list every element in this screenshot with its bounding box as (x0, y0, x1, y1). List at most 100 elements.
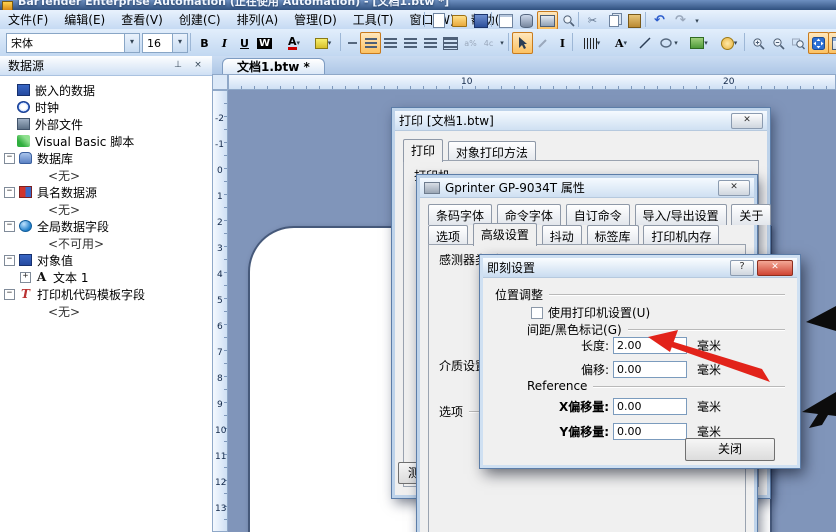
menu-view[interactable]: 查看(V) (113, 9, 171, 30)
redo-button[interactable]: ↷ (670, 11, 691, 30)
tree-item-unavailable[interactable]: <不可用> (48, 235, 104, 251)
copy-button[interactable] (603, 11, 624, 30)
page-setup-button[interactable] (828, 32, 836, 54)
align-center-button[interactable] (380, 32, 401, 54)
align-right-button[interactable] (400, 32, 421, 54)
tab-printer-memory[interactable]: 打印机内存 (643, 225, 720, 246)
tree-item-clock[interactable]: 时钟 (17, 99, 59, 115)
select-tool-button[interactable] (512, 32, 533, 54)
paste-button[interactable] (624, 11, 645, 30)
tab-about[interactable]: 关于 (731, 204, 772, 225)
align-left-button[interactable] (360, 32, 381, 54)
underline-button[interactable]: U (234, 32, 255, 54)
tree-item-none[interactable]: <无> (48, 201, 80, 217)
tree-item-vb-script[interactable]: Visual Basic 脚本 (17, 133, 134, 149)
italic-button[interactable]: I (214, 32, 235, 54)
ruler-number: 4 (217, 270, 223, 280)
menu-edit[interactable]: 编辑(E) (56, 9, 113, 30)
tab-dithering[interactable]: 抖动 (541, 225, 582, 246)
help-icon[interactable]: ? (730, 259, 754, 276)
close-icon[interactable]: ✕ (731, 112, 763, 129)
print-button[interactable] (537, 11, 558, 30)
save-button[interactable] (470, 11, 491, 30)
pin-icon[interactable]: ⊥ (170, 58, 186, 73)
bold-button[interactable]: B (194, 32, 215, 54)
font-size-combo[interactable]: 16 ▾ (142, 33, 188, 53)
checkbox-icon[interactable] (531, 306, 543, 319)
tab-custom-commands[interactable]: 自订命令 (565, 204, 630, 225)
close-button[interactable]: 关闭 (685, 438, 775, 461)
tab-command-fonts[interactable]: 命令字体 (496, 204, 561, 225)
menu-tools[interactable]: 工具(T) (345, 9, 402, 30)
collapse-icon[interactable]: − (4, 288, 15, 300)
tree-item-external-file[interactable]: 外部文件 (17, 116, 83, 132)
highlight-color-button[interactable]: ▾ (308, 32, 338, 54)
tree-item-none[interactable]: <无> (48, 167, 80, 183)
w-badge-icon: W (256, 37, 273, 49)
menu-manage[interactable]: 管理(D) (286, 9, 345, 30)
tab-barcode-fonts[interactable]: 条码字体 (428, 204, 493, 225)
width-fit-button[interactable]: W (254, 32, 275, 54)
tree-item-database[interactable]: − 数据库 (4, 150, 73, 166)
tab-import-export[interactable]: 导入/导出设置 (634, 204, 727, 225)
tab-options[interactable]: 选项 (428, 225, 469, 246)
collapse-icon[interactable]: − (4, 152, 15, 164)
tree-item-embedded-data[interactable]: 嵌入的数据 (17, 82, 95, 98)
collapse-icon[interactable]: − (4, 254, 15, 266)
y-offset-input[interactable] (613, 423, 687, 440)
text-tool-button[interactable]: A ▾ (608, 32, 634, 54)
new-document-button[interactable] (428, 11, 449, 30)
link-icon: 4c (483, 38, 494, 48)
use-printer-settings-checkbox[interactable]: 使用打印机设置(U) (531, 304, 650, 321)
tree-item-named-source[interactable]: − 具名数据源 (4, 184, 97, 200)
toolbar-overflow-button[interactable]: ▾ (496, 32, 508, 54)
zoom-out-button[interactable] (768, 32, 789, 54)
symbol-tool-button[interactable]: ▾ (714, 32, 744, 54)
close-icon[interactable]: × (190, 58, 206, 73)
collapse-icon[interactable]: − (4, 220, 15, 232)
close-icon[interactable]: ✕ (757, 259, 793, 276)
font-color-button[interactable]: A ▾ (280, 32, 308, 54)
barcode-tool-button[interactable]: ▾ (576, 32, 608, 54)
menu-create[interactable]: 创建(C) (171, 9, 229, 30)
menu-file[interactable]: 文件(F) (0, 9, 56, 30)
print-form-button[interactable] (495, 11, 516, 30)
tree-item-object-values[interactable]: − 对象值 (4, 252, 73, 268)
undo-button[interactable]: ↶ (649, 11, 670, 30)
open-button[interactable] (449, 11, 470, 30)
tree-item-text1[interactable]: + A 文本 1 (20, 269, 88, 285)
tree-item-template-fields[interactable]: − T 打印机代码模板字段 (4, 286, 145, 302)
document-tab[interactable]: 文档1.btw * (222, 58, 325, 75)
font-name-combo[interactable]: 宋体 ▾ (6, 33, 140, 53)
tab-advanced-settings[interactable]: 高级设置 (472, 223, 537, 246)
x-offset-input[interactable] (613, 398, 687, 415)
image-tool-button[interactable]: ▾ (684, 32, 714, 54)
expand-icon[interactable]: + (20, 271, 31, 283)
cut-button[interactable]: ✂ (582, 11, 603, 30)
menu-arrange[interactable]: 排列(A) (229, 9, 287, 30)
close-icon[interactable]: ✕ (718, 179, 750, 196)
print-dialog-title: 打印 [文档1.btw] (399, 114, 494, 128)
offset-input[interactable] (613, 361, 687, 378)
tab-stock-library[interactable]: 标签库 (586, 225, 639, 246)
collapse-icon[interactable]: − (4, 186, 15, 198)
database-setup-button[interactable] (516, 11, 537, 30)
combo-dropdown-icon: ▾ (172, 34, 187, 52)
border-button[interactable] (344, 32, 360, 54)
print-preview-button[interactable] (558, 11, 579, 30)
length-input[interactable] (613, 337, 687, 354)
zoom-in-button[interactable] (748, 32, 769, 54)
tree-item-global-fields[interactable]: − 全局数据字段 (4, 218, 109, 234)
align-justify-button[interactable] (420, 32, 441, 54)
zoom-region-button[interactable] (788, 32, 809, 54)
align-block-button[interactable] (440, 32, 461, 54)
tree-item-none[interactable]: <无> (48, 303, 80, 319)
text-cursor-button[interactable]: I (552, 32, 573, 54)
tab-object-print-method[interactable]: 对象打印方法 (447, 141, 536, 162)
shape-tool-button[interactable]: ▾ (654, 32, 684, 54)
toolbar-overflow-button[interactable]: ▾ (691, 11, 703, 30)
brush-tool-button[interactable] (532, 32, 553, 54)
fit-to-window-button[interactable] (808, 32, 829, 54)
tab-print[interactable]: 打印 (403, 139, 444, 162)
line-tool-button[interactable] (634, 32, 655, 54)
